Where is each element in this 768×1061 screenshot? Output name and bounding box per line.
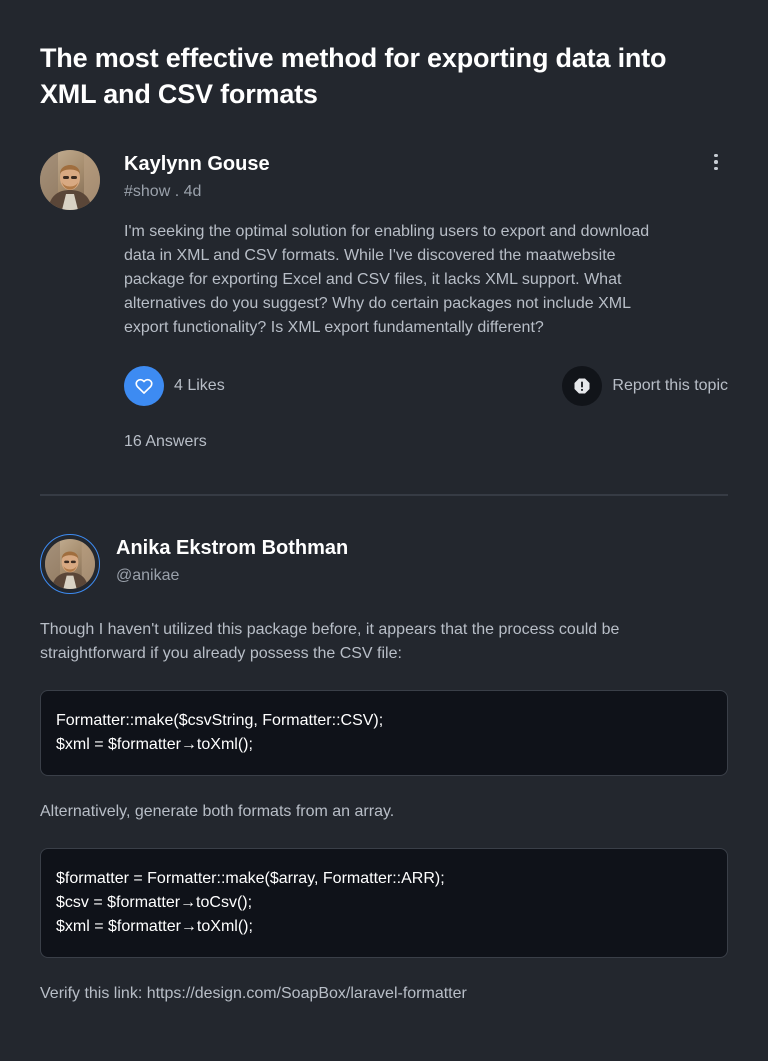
- report-group[interactable]: Report this topic: [562, 366, 728, 406]
- post-actions: 4 Likes Report this topic: [124, 366, 728, 406]
- more-dot: [714, 153, 718, 158]
- avatar-photo: [40, 150, 100, 210]
- code-line: $csv = $formatter→toCsv();: [56, 894, 253, 911]
- code-line: $formatter = Formatter::make($array, For…: [56, 870, 445, 887]
- divider: [40, 494, 728, 496]
- like-group: 4 Likes: [124, 366, 225, 406]
- avatar-photo: [45, 539, 95, 589]
- code-block[interactable]: Formatter::make($csvString, Formatter::C…: [40, 690, 728, 776]
- more-dot: [714, 166, 718, 171]
- reply-avatar[interactable]: [40, 534, 100, 594]
- likes-count: 4 Likes: [174, 377, 225, 394]
- more-dot: [714, 160, 718, 164]
- code-block[interactable]: $formatter = Formatter::make($array, For…: [40, 848, 728, 958]
- topic-post: Kaylynn Gouse #show . 4d I'm seeking the…: [40, 150, 728, 454]
- reply-avatar-inner: [45, 539, 95, 589]
- topic-page: The most effective method for exporting …: [40, 40, 728, 1006]
- reply-link-text[interactable]: Verify this link: https://design.com/Soa…: [40, 982, 728, 1006]
- report-label[interactable]: Report this topic: [612, 377, 728, 395]
- author-name[interactable]: Kaylynn Gouse: [124, 150, 728, 178]
- code-line: $xml = $formatter→toXml();: [56, 736, 253, 753]
- author-avatar[interactable]: [40, 150, 100, 210]
- post-body: I'm seeking the optimal solution for ena…: [124, 223, 650, 336]
- answers-count: 16 Answers: [124, 433, 207, 450]
- post-meta: #show . 4d: [124, 183, 202, 200]
- heart-icon: [135, 378, 153, 394]
- like-button[interactable]: [124, 366, 164, 406]
- reply-text: Alternatively, generate both formats fro…: [40, 803, 395, 820]
- reply-author-name[interactable]: Anika Ekstrom Bothman: [116, 534, 728, 562]
- more-options-icon[interactable]: [708, 150, 724, 174]
- reply-header: Anika Ekstrom Bothman @anikae: [40, 534, 728, 594]
- reply: Anika Ekstrom Bothman @anikae Though I h…: [40, 534, 728, 1006]
- report-button[interactable]: [562, 366, 603, 406]
- reply-text: Though I haven't utilized this package b…: [40, 621, 620, 662]
- alert-icon: [574, 378, 590, 394]
- topic-title: The most effective method for exporting …: [40, 43, 667, 109]
- code-line: Formatter::make($csvString, Formatter::C…: [56, 712, 384, 729]
- code-line: $xml = $formatter→toXml();: [56, 918, 253, 935]
- reply-author-handle[interactable]: @anikae: [116, 564, 728, 588]
